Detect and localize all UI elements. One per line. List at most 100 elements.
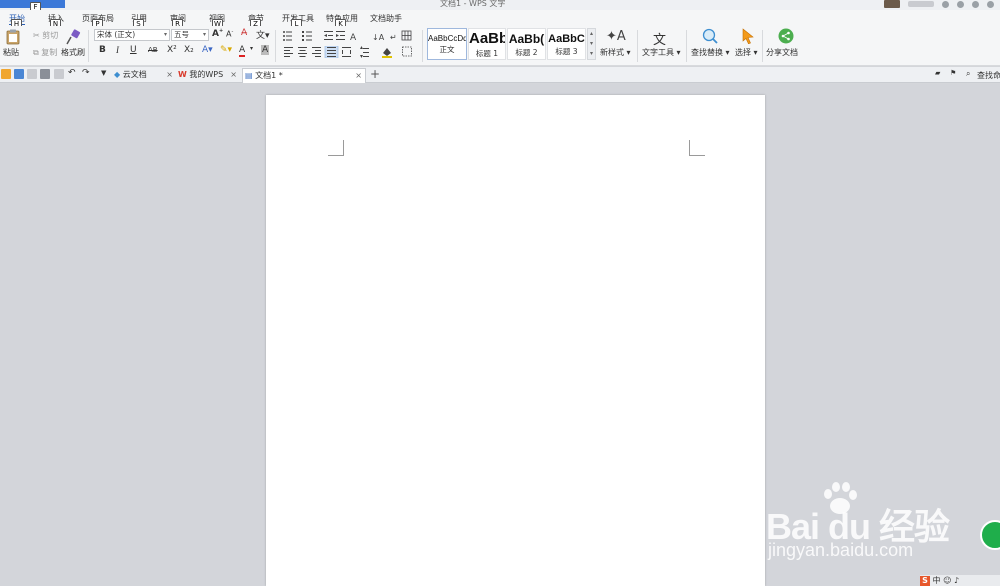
doc-tab-cloud[interactable]: ◆ 云文档 × [114,68,176,83]
underline-button[interactable]: U [130,45,137,55]
font-size-select[interactable]: 五号 ▾ [171,29,209,41]
highlight-icon[interactable]: ✎▾ [220,45,232,55]
emoji-icon[interactable]: ☺ [943,576,951,585]
close-icon[interactable]: × [166,68,173,82]
svg-text:↓A: ↓A [372,33,385,42]
close-icon[interactable]: × [230,68,237,82]
open-icon[interactable] [1,69,11,79]
style-normal-label: 正文 [439,45,455,54]
new-style-button[interactable]: 新样式 ▾ [600,47,631,58]
title-bar: F 文档1 - WPS 文字 [0,0,1000,12]
window-title: 文档1 - WPS 文字 [440,0,506,8]
style-heading-2[interactable]: AaBb( 标题 2 [507,28,546,60]
text-effect-icon[interactable]: A▾ [202,45,213,55]
document-page[interactable] [266,95,765,586]
username [908,1,934,7]
font-color-icon[interactable]: A [239,45,246,57]
paragraph-row-1: A ↓A ↵ [283,30,412,42]
wps-logo-icon: W [178,70,187,79]
style-normal-sample: AaBbCcDd [428,34,466,43]
share-icon[interactable] [777,28,795,44]
divider [762,30,763,62]
doc-tab-my-wps-label: 我的WPS [189,70,224,79]
search-command-input[interactable]: 查找命 [977,70,1000,81]
export-pdf-icon[interactable] [27,69,37,79]
svg-text:↵: ↵ [390,33,397,42]
new-style-icon[interactable]: ✦A [606,29,626,44]
style-heading-1[interactable]: AaBb 标题 1 [468,28,506,60]
format-painter-icon[interactable] [64,29,82,45]
paste-icon[interactable] [4,29,22,45]
select-icon[interactable] [739,28,757,44]
char-shading-icon[interactable]: A [261,45,270,55]
ime-mode-label[interactable]: 中 [933,576,941,585]
baidu-watermark: Bai du 经验 jingyan.baidu.com [766,480,976,570]
bold-button[interactable]: B [99,45,106,55]
doc-tab-cloud-label: 云文档 [122,70,147,79]
text-tools-button[interactable]: 文字工具 ▾ [642,47,681,58]
line-spacing-icon [360,46,369,58]
comment-icon[interactable]: ▰ [935,69,940,77]
find-replace-button[interactable]: 查找替换 ▾ [691,47,730,58]
font-size-value: 五号 [174,30,189,39]
subscript-button[interactable]: X₂ [184,45,194,55]
copy-label: 复制 [41,48,58,57]
print-icon[interactable] [40,69,50,79]
search-icon[interactable]: ⌕ [966,69,970,79]
doc-tab-document1[interactable]: ▤ 文档1 * × [242,68,366,83]
document-tab-bar: ↶ ↷ ▼ ◆ 云文档 × W 我的WPS × ▤ 文档1 * × + ▰ ⚑ … [0,67,1000,83]
align-center-icon [298,47,307,57]
style-heading-3[interactable]: AaBbC 标题 3 [547,28,586,60]
format-painter-button[interactable]: 格式刷 [61,47,85,58]
select-label: 选择 [735,48,751,57]
grow-font-icon[interactable]: A+ [212,28,223,39]
paragraph-row-2 [284,46,412,58]
divider [637,30,638,62]
decrease-indent-icon [324,31,333,40]
text-tools-icon[interactable]: 文 [653,29,666,48]
select-button[interactable]: 选择 ▾ [735,47,758,58]
phonetic-icon[interactable]: 文▾ [256,28,270,41]
shrink-font-icon[interactable]: A- [226,29,233,39]
print-preview-icon[interactable] [54,69,64,79]
style-heading-3-label: 标题 3 [555,47,578,56]
mic-icon[interactable]: ♪ [954,576,959,585]
share-doc-button[interactable]: 分享文档 [766,47,798,58]
find-replace-icon[interactable] [701,28,719,44]
divider [422,30,423,62]
chevron-down-icon[interactable]: ▼ [101,69,106,77]
close-icon[interactable]: × [355,69,362,83]
superscript-button[interactable]: X² [167,45,177,55]
pin-icon[interactable]: ⚑ [950,69,956,77]
align-right-icon [312,47,321,57]
font-name-select[interactable]: 宋体 (正文) ▾ [94,29,170,41]
undo-icon[interactable]: ↶ [68,68,76,78]
help-icon[interactable] [972,0,979,8]
paste-button[interactable]: 粘贴 [3,47,19,58]
chevron-down-icon[interactable]: ▾ [250,45,253,52]
sort-icon: ↓A [372,33,385,42]
strikethrough-button[interactable]: AB [148,46,158,54]
divider [686,30,687,62]
cut-button[interactable]: ✂ 剪切 [33,30,58,41]
avatar[interactable] [884,0,900,8]
style-heading-2-label: 标题 2 [515,48,538,57]
minimize-icon[interactable] [987,0,994,8]
redo-icon[interactable]: ↷ [82,68,90,78]
style-gallery-scroll[interactable]: ▴ ▾ ▾ [587,28,596,60]
settings-icon[interactable] [957,0,964,8]
italic-button[interactable]: I [116,45,119,55]
style-normal[interactable]: AaBbCcDd 正文 [427,28,467,60]
doc-tab-my-wps[interactable]: W 我的WPS × [178,68,240,83]
new-tab-button[interactable]: + [370,67,380,81]
cut-label: 剪切 [42,31,59,40]
copy-button[interactable]: ⧉ 复制 [33,47,57,58]
sogou-ime-icon[interactable]: S [920,576,930,586]
text-tools-label: 文字工具 [642,48,674,57]
find-replace-label: 查找替换 [691,48,723,57]
skin-icon[interactable] [942,0,949,8]
tab-doc-assistant[interactable]: 文档助手 [370,13,402,24]
doc-tab-document1-label: 文档1 * [255,71,283,80]
clear-format-icon[interactable]: A̶ [241,28,247,38]
save-icon[interactable] [14,69,24,79]
